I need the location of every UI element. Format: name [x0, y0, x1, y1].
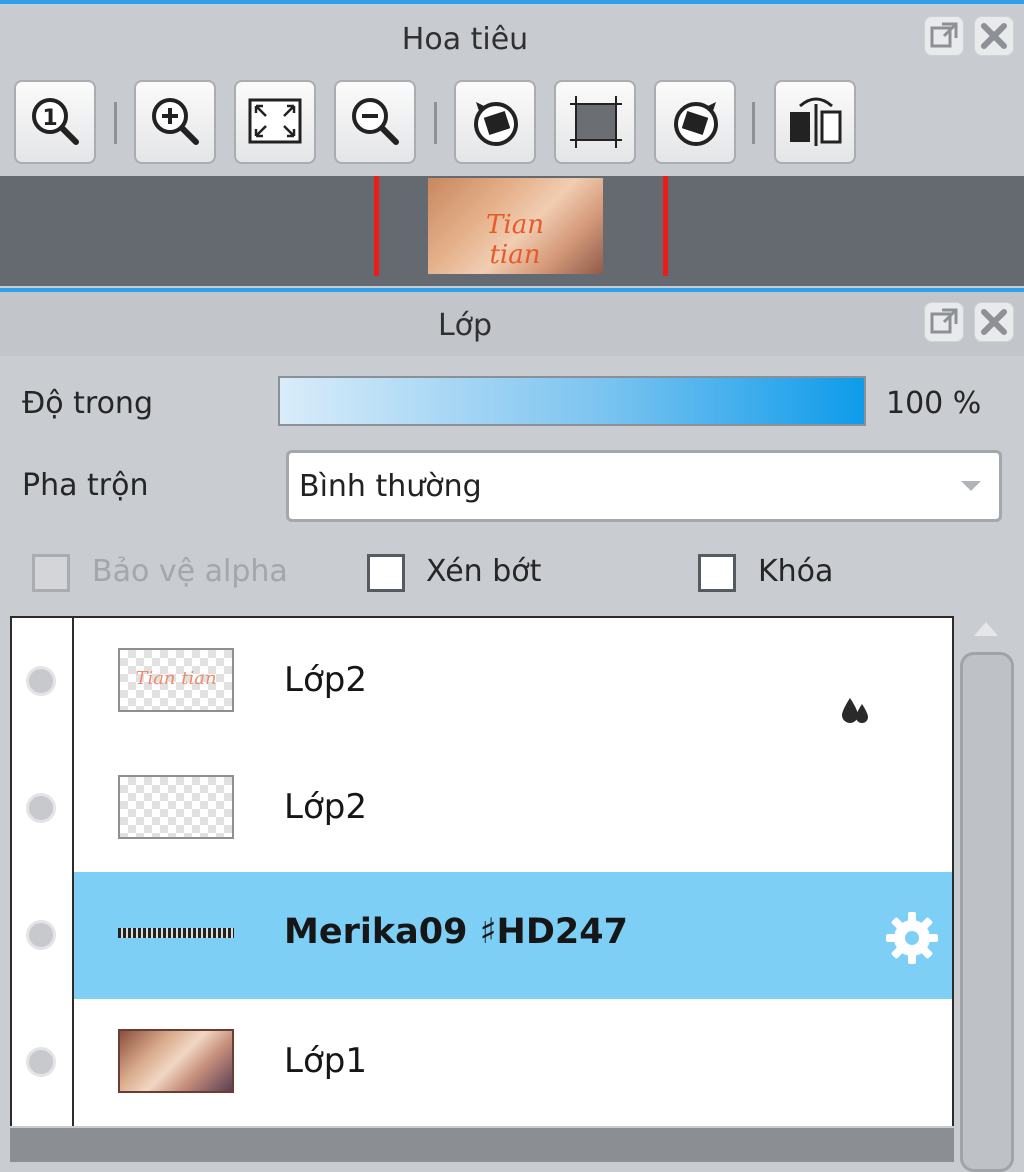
visibility-column	[12, 999, 74, 1126]
visibility-toggle[interactable]	[26, 666, 56, 696]
visibility-toggle[interactable]	[26, 920, 56, 950]
rotate-left-button[interactable]	[454, 80, 536, 164]
close-icon	[981, 23, 1007, 49]
reset-view-button[interactable]	[554, 80, 636, 164]
fit-to-window-button[interactable]	[234, 80, 316, 164]
toolbar-separator	[752, 102, 755, 144]
zoom-out-button[interactable]	[334, 80, 416, 164]
opacity-slider[interactable]	[278, 376, 866, 426]
zoom-actual-size-button[interactable]: 1	[14, 80, 96, 164]
layer-thumbnail	[118, 775, 234, 839]
layer-thumbnail-text: Tian tian	[135, 668, 217, 689]
zoom-in-button[interactable]	[134, 80, 216, 164]
navigator-float-button[interactable]	[924, 16, 964, 56]
layer-list-footer	[10, 1128, 954, 1162]
drops-icon	[842, 698, 868, 723]
navigator-title: Hoa tiêu	[401, 22, 529, 57]
float-window-icon	[930, 308, 958, 334]
svg-text:1: 1	[42, 106, 57, 131]
rotate-right-icon	[674, 102, 718, 146]
layer-thumbnail: Tian tian	[118, 648, 234, 712]
layer-name: Lớp1	[284, 1041, 367, 1081]
navigator-thumbnail-text: Tian tian	[486, 210, 544, 270]
flip-horizontal-button[interactable]	[774, 80, 856, 164]
navigator-close-button[interactable]	[974, 16, 1014, 56]
layer-row[interactable]: Lớp1	[12, 999, 952, 1126]
visibility-column	[12, 872, 74, 999]
layer-row-selected[interactable]: Merika09 ♯HD247	[12, 872, 952, 1001]
view-boundary-left	[374, 176, 379, 276]
visibility-column	[12, 745, 74, 872]
navigator-panel: Hoa tiêu 1 Tian tian	[0, 0, 1024, 288]
layer-thumbnail	[118, 1029, 234, 1093]
protect-alpha-checkbox[interactable]	[32, 554, 70, 592]
visibility-toggle[interactable]	[26, 1047, 56, 1077]
layers-panel: Lớp Độ trong 100 % Pha trộn Bình thường …	[0, 288, 1024, 1172]
visibility-column	[12, 618, 74, 745]
chevron-down-icon	[961, 481, 981, 491]
blend-mode-select[interactable]: Bình thường	[286, 450, 1002, 522]
blend-mode-label: Pha trộn	[22, 468, 149, 503]
navigator-preview[interactable]: Tian tian	[0, 176, 1024, 286]
zoom-actual-size-icon: 1	[32, 98, 79, 145]
layer-name: Lớp2	[284, 660, 367, 700]
layer-row[interactable]: Tian tian Lớp2	[12, 618, 952, 747]
navigator-thumbnail: Tian tian	[428, 178, 603, 274]
rotate-left-icon	[474, 102, 518, 146]
view-boundary-right	[663, 176, 668, 276]
toolbar-separator	[114, 102, 117, 144]
opacity-label: Độ trong	[22, 386, 153, 421]
reset-view-icon	[570, 96, 622, 148]
flip-horizontal-icon	[790, 97, 842, 146]
rotate-right-button[interactable]	[654, 80, 736, 164]
layer-list: Tian tian Lớp2 Lớp2 Merika09 ♯HD247 Lớp1	[10, 616, 954, 1126]
lock-checkbox[interactable]	[698, 554, 736, 592]
layer-name: Lớp2	[284, 787, 367, 827]
float-window-icon	[930, 22, 958, 48]
close-icon	[981, 309, 1007, 335]
clip-checkbox[interactable]	[367, 554, 405, 592]
scrollbar-thumb[interactable]	[960, 652, 1014, 1172]
layers-titlebar: Lớp	[0, 292, 1024, 356]
toolbar-separator	[434, 102, 437, 144]
opacity-value: 100 %	[886, 386, 982, 421]
protect-alpha-label: Bảo vệ alpha	[92, 554, 288, 589]
layer-thumbnail	[118, 902, 234, 966]
layers-title: Lớp	[437, 308, 493, 343]
layer-list-scrollbar[interactable]	[956, 616, 1018, 1172]
scroll-up-icon[interactable]	[974, 622, 998, 636]
zoom-in-icon	[152, 98, 199, 145]
layer-row[interactable]: Lớp2	[12, 745, 952, 874]
lock-label: Khóa	[758, 554, 834, 589]
fit-to-window-icon	[248, 98, 302, 144]
clip-label: Xén bớt	[426, 554, 542, 589]
gear-icon[interactable]	[882, 908, 942, 968]
layers-float-button[interactable]	[924, 302, 964, 342]
visibility-toggle[interactable]	[26, 793, 56, 823]
zoom-out-icon	[352, 98, 399, 145]
layer-name: Merika09 ♯HD247	[284, 912, 628, 952]
blend-mode-value: Bình thường	[299, 469, 482, 504]
layers-close-button[interactable]	[974, 302, 1014, 342]
